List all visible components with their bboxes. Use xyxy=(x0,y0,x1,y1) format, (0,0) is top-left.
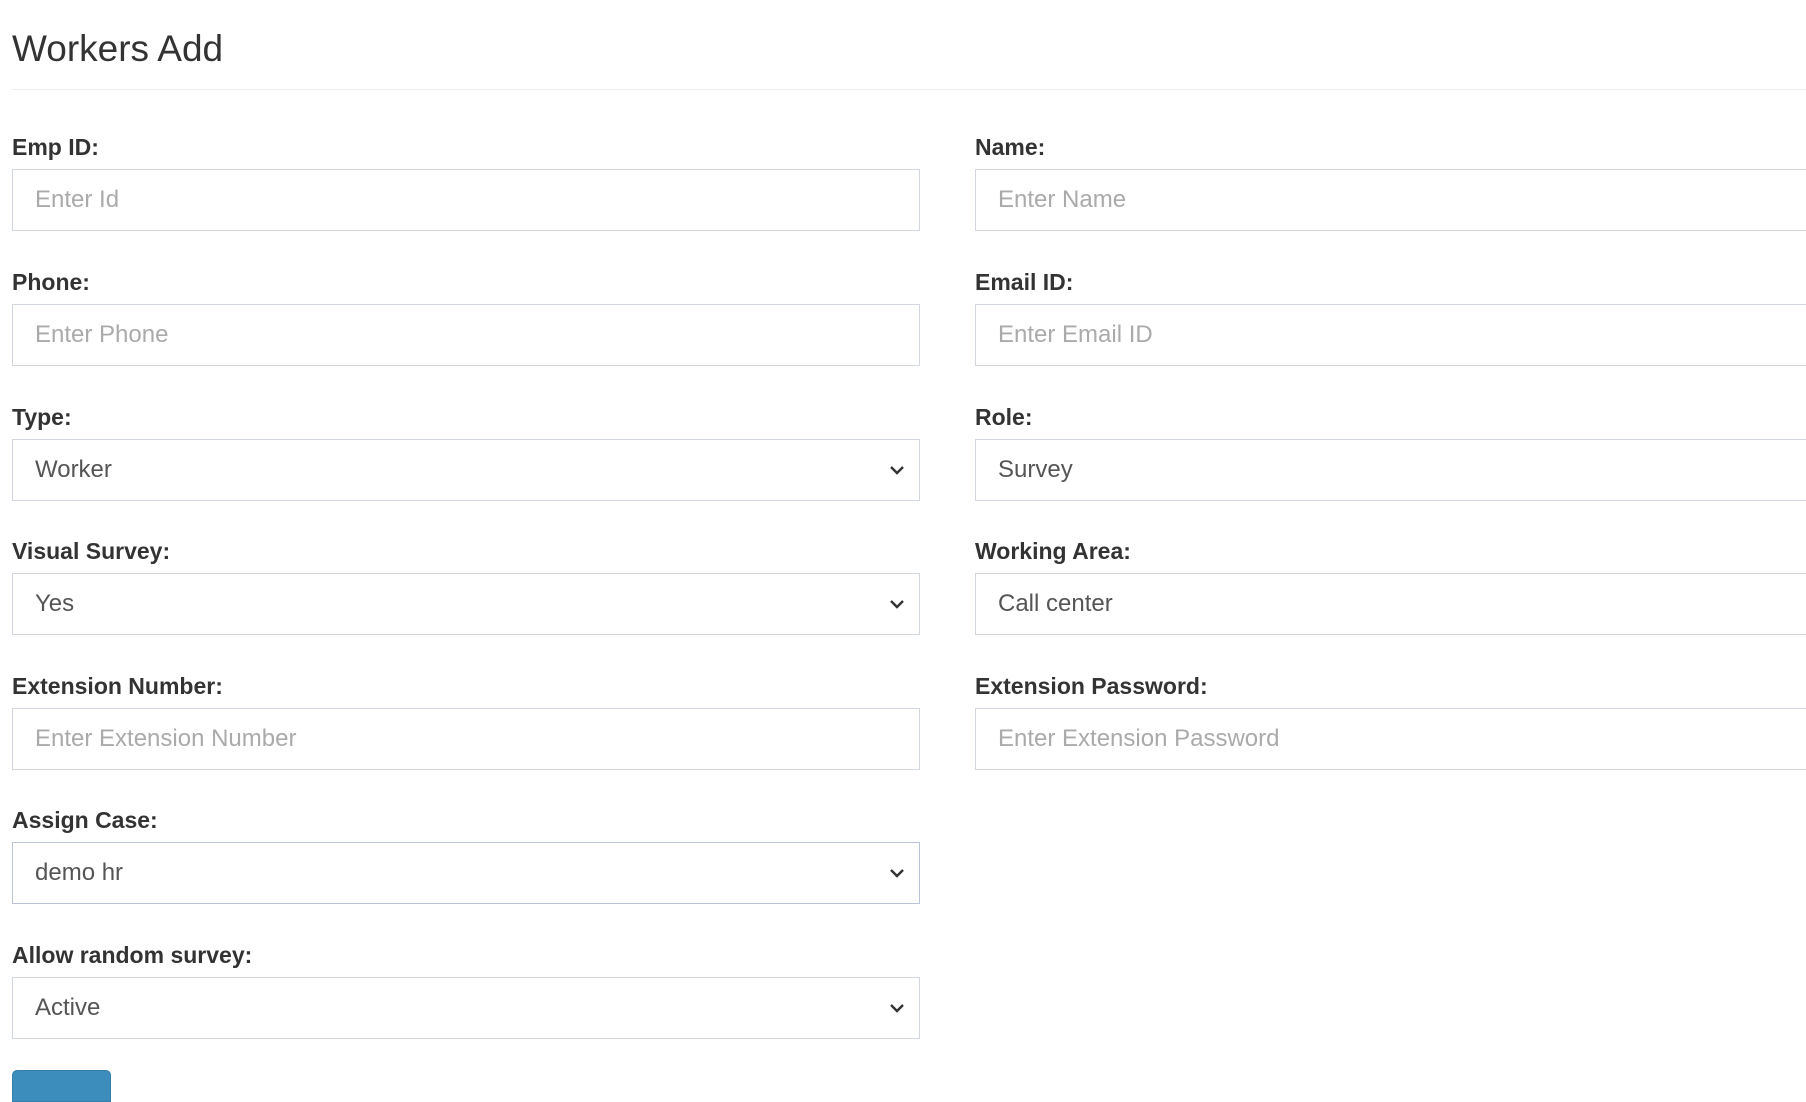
phone-input[interactable]: Enter Phone xyxy=(12,304,920,366)
chevron-down-icon xyxy=(890,600,904,609)
title-divider xyxy=(12,89,1806,90)
ext-password-label: Extension Password: xyxy=(975,673,1208,699)
ext-number-label: Extension Number: xyxy=(12,673,223,699)
email-placeholder: Enter Email ID xyxy=(998,321,1153,348)
role-group: Role: Survey xyxy=(975,403,1806,501)
visual-survey-group: Visual Survey: Yes xyxy=(12,537,920,635)
email-group: Email ID: Enter Email ID xyxy=(975,268,1806,366)
page-title: Workers Add xyxy=(12,28,224,69)
ext-number-input[interactable]: Enter Extension Number xyxy=(12,708,920,770)
working-area-label: Working Area: xyxy=(975,538,1131,564)
random-survey-select[interactable]: Active xyxy=(12,977,920,1039)
working-area-group: Working Area: Call center xyxy=(975,537,1806,635)
role-input[interactable]: Survey xyxy=(975,439,1806,501)
name-placeholder: Enter Name xyxy=(998,186,1127,213)
random-survey-label: Allow random survey: xyxy=(12,942,253,968)
type-group: Type: Worker xyxy=(12,403,920,501)
phone-group: Phone: Enter Phone xyxy=(12,268,920,366)
phone-label: Phone: xyxy=(12,269,90,295)
email-label: Email ID: xyxy=(975,269,1074,295)
role-value: Survey xyxy=(998,456,1073,483)
ext-number-placeholder: Enter Extension Number xyxy=(35,725,297,752)
visual-survey-value: Yes xyxy=(35,590,75,617)
assign-case-select[interactable]: demo hr xyxy=(12,842,920,904)
phone-placeholder: Enter Phone xyxy=(35,321,169,348)
type-value: Worker xyxy=(35,456,112,483)
emp-id-group: Emp ID: Enter Id xyxy=(12,133,920,231)
assign-case-group: Assign Case: demo hr xyxy=(12,806,920,904)
type-select[interactable]: Worker xyxy=(12,439,920,501)
type-label: Type: xyxy=(12,404,72,430)
visual-survey-label: Visual Survey: xyxy=(12,538,171,564)
random-survey-value: Active xyxy=(35,994,101,1021)
name-input[interactable]: Enter Name xyxy=(975,169,1806,231)
chevron-down-icon xyxy=(890,869,904,878)
chevron-down-icon xyxy=(890,466,904,475)
ext-password-input[interactable]: Enter Extension Password xyxy=(975,708,1806,770)
ext-password-group: Extension Password: Enter Extension Pass… xyxy=(975,672,1806,770)
assign-case-label: Assign Case: xyxy=(12,807,158,833)
working-area-value: Call center xyxy=(998,590,1113,617)
emp-id-input[interactable]: Enter Id xyxy=(12,169,920,231)
working-area-input[interactable]: Call center xyxy=(975,573,1806,635)
chevron-down-icon xyxy=(890,1004,904,1013)
assign-case-value: demo hr xyxy=(35,859,124,886)
emp-id-label: Emp ID: xyxy=(12,134,99,160)
emp-id-placeholder: Enter Id xyxy=(35,186,120,213)
role-label: Role: xyxy=(975,404,1033,430)
name-label: Name: xyxy=(975,134,1046,160)
random-survey-group: Allow random survey: Active xyxy=(12,941,920,1039)
ext-password-placeholder: Enter Extension Password xyxy=(998,725,1280,752)
email-input[interactable]: Enter Email ID xyxy=(975,304,1806,366)
name-group: Name: Enter Name xyxy=(975,133,1806,231)
visual-survey-select[interactable]: Yes xyxy=(12,573,920,635)
submit-button[interactable] xyxy=(12,1070,111,1102)
ext-number-group: Extension Number: Enter Extension Number xyxy=(12,672,920,770)
